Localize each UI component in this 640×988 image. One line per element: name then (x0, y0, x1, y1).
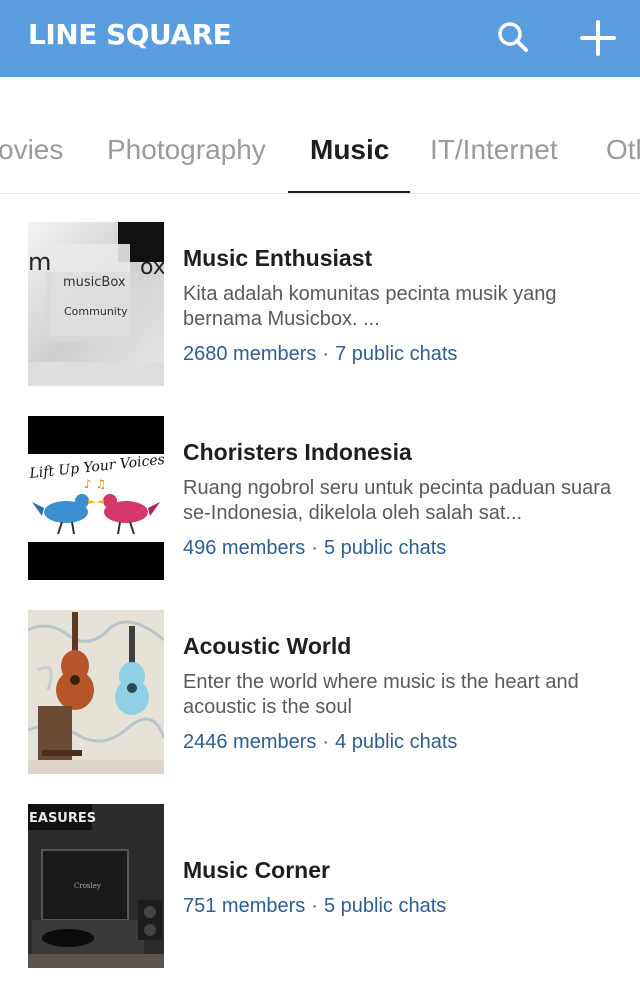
list-item[interactable]: EASURES Crosley Music Corner 751 members… (0, 777, 640, 971)
community-description: Kita adalah komunitas pecinta musik yang… (183, 283, 557, 330)
members-count: 2446 members (183, 731, 317, 753)
category-tabs: ovies Photography Music IT/Internet Otl (0, 112, 640, 194)
tab-music[interactable]: Music (310, 134, 389, 166)
search-button[interactable] (489, 14, 537, 62)
members-count: 2680 members (183, 343, 317, 365)
public-chats-count: 7 public chats (335, 343, 458, 365)
community-meta: 496 members · 5 public chats (183, 537, 447, 559)
list-item[interactable]: m ox musicBox Community Music Enthusiast… (0, 195, 640, 389)
tab-it-internet[interactable]: IT/Internet (430, 134, 558, 166)
app-title: LINE SQUARE (28, 18, 232, 51)
app-header: LINE SQUARE (0, 0, 640, 77)
svg-text:Community: Community (64, 305, 128, 318)
search-icon (498, 22, 528, 52)
public-chats-count: 5 public chats (323, 537, 447, 559)
community-thumbnail: Lift Up Your Voices ♪ ♫ (28, 416, 164, 580)
public-chats-count: 5 public chats (323, 895, 447, 917)
tab-others[interactable]: Otl (606, 134, 640, 166)
community-meta: 2446 members · 4 public chats (183, 731, 458, 753)
community-title: Acoustic World (183, 633, 352, 659)
public-chats-count: 4 public chats (335, 731, 458, 753)
community-meta: 751 members · 5 public chats (183, 895, 447, 917)
active-tab-indicator (288, 191, 410, 193)
community-thumbnail: m ox musicBox Community (28, 222, 164, 386)
community-title: Music Enthusiast (183, 245, 373, 271)
svg-text:Crosley: Crosley (74, 882, 101, 890)
community-description: Ruang ngobrol seru untuk pecinta paduan … (183, 477, 612, 524)
community-description: Enter the world where music is the heart… (183, 671, 579, 718)
list-item[interactable]: Lift Up Your Voices ♪ ♫ Choristers Indon… (0, 389, 640, 583)
community-thumbnail: EASURES Crosley (28, 804, 164, 968)
plus-icon (580, 20, 616, 56)
svg-text:ox: ox (140, 255, 164, 280)
svg-text:EASURES: EASURES (29, 811, 96, 826)
svg-text:m: m (28, 248, 51, 276)
community-title: Music Corner (183, 857, 330, 883)
tab-photography[interactable]: Photography (107, 134, 266, 166)
members-count: 751 members (183, 895, 306, 917)
list-item[interactable]: Acoustic World Enter the world where mus… (0, 583, 640, 777)
svg-text:♪ ♫: ♪ ♫ (84, 477, 106, 491)
community-title: Choristers Indonesia (183, 439, 412, 465)
members-count: 496 members (183, 537, 306, 559)
community-thumbnail (28, 610, 164, 774)
add-button[interactable] (574, 14, 622, 62)
community-meta: 2680 members · 7 public chats (183, 343, 458, 365)
svg-text:musicBox: musicBox (63, 275, 126, 290)
tab-movies[interactable]: ovies (0, 134, 63, 166)
